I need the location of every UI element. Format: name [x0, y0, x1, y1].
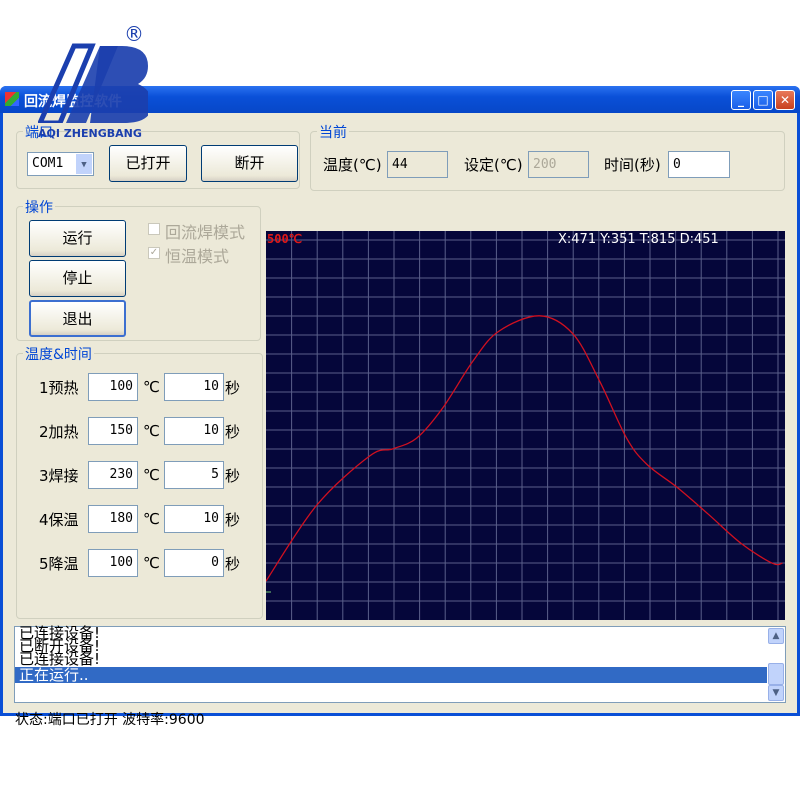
- time-label: 时间(秒): [604, 156, 661, 174]
- scroll-down-icon[interactable]: ▼: [768, 685, 784, 701]
- log-line[interactable]: 已断开设备!: [15, 639, 785, 654]
- stage-temp-field[interactable]: 100: [88, 549, 138, 577]
- maximize-button[interactable]: □: [753, 90, 773, 110]
- time-unit: 秒: [225, 511, 241, 529]
- run-button[interactable]: 运行: [29, 220, 126, 257]
- temp-label: 温度(℃): [323, 156, 382, 174]
- time-unit: 秒: [225, 555, 241, 573]
- temp-unit: ℃: [143, 554, 160, 572]
- scroll-up-icon[interactable]: ▲: [768, 628, 784, 644]
- log-line[interactable]: 已连接设备!: [15, 626, 785, 641]
- stage-time-field[interactable]: 10: [164, 505, 224, 533]
- chevron-down-icon[interactable]: ▼: [76, 154, 92, 174]
- registered-mark: ®: [124, 22, 144, 46]
- constant-temp-label: 恒温模式: [165, 247, 230, 266]
- temp-unit: ℃: [143, 510, 160, 528]
- open-port-button[interactable]: 已打开: [109, 145, 187, 182]
- temp-unit: ℃: [143, 466, 160, 484]
- log-list[interactable]: 已连接设备! 已断开设备! 已连接设备! 正在运行.. ▲ ▼: [14, 626, 786, 703]
- stage-label: 1预热: [39, 379, 79, 397]
- operation-group: 操作 运行 停止 退出 回流焊模式 ✓ 恒温模式: [16, 197, 261, 341]
- temp-unit: ℃: [143, 422, 160, 440]
- close-button[interactable]: ✕: [775, 90, 795, 110]
- profile-group-label: 温度&时间: [23, 344, 94, 364]
- stage-time-field[interactable]: 5: [164, 461, 224, 489]
- client-area: 端口 COM1 ▼ 已打开 断开 当前 温度(℃) 44 设定(℃) 200 时…: [3, 113, 797, 728]
- set-temp-label: 设定(℃): [464, 156, 523, 174]
- stage-label: 3焊接: [39, 467, 79, 485]
- operation-group-label: 操作: [23, 197, 55, 217]
- stage-time-field[interactable]: 10: [164, 373, 224, 401]
- zhengbang-logo: ® AQI ZHENGBANG: [36, 22, 152, 140]
- stage-label: 5降温: [39, 555, 79, 573]
- time-unit: 秒: [225, 467, 241, 485]
- stage-time-field[interactable]: 0: [164, 549, 224, 577]
- port-value: COM1: [32, 156, 64, 171]
- log-selected-line[interactable]: 正在运行..: [15, 667, 767, 683]
- cursor-readout: X:471 Y:351 T:815 D:451: [558, 232, 719, 247]
- chart-svg: [266, 231, 785, 620]
- port-select[interactable]: COM1 ▼: [27, 152, 94, 176]
- reflow-mode-checkbox[interactable]: [148, 223, 160, 235]
- current-group: 当前 温度(℃) 44 设定(℃) 200 时间(秒) 0: [310, 122, 785, 191]
- time-field[interactable]: 0: [668, 151, 730, 178]
- reflow-mode-label: 回流焊模式: [165, 223, 246, 242]
- log-line[interactable]: 已连接设备!: [15, 652, 785, 667]
- current-group-label: 当前: [317, 122, 349, 142]
- stage-label: 4保温: [39, 511, 79, 529]
- temperature-chart: 500℃ X:471 Y:351 T:815 D:451: [266, 231, 785, 620]
- status-bar: 状态:端口已打开 波特率:9600: [15, 712, 205, 728]
- app-icon: [5, 92, 19, 106]
- stage-temp-field[interactable]: 230: [88, 461, 138, 489]
- exit-button[interactable]: 退出: [29, 300, 126, 337]
- set-temp-field: 200: [528, 151, 589, 178]
- stage-temp-field[interactable]: 100: [88, 373, 138, 401]
- constant-temp-checkbox[interactable]: ✓: [148, 247, 160, 259]
- time-unit: 秒: [225, 423, 241, 441]
- profile-group: 温度&时间 1预热 100 ℃ 10 秒 2加热 150 ℃ 10 秒 3焊接 …: [16, 344, 263, 619]
- temperature-curve: [266, 315, 783, 582]
- stage-temp-field[interactable]: 150: [88, 417, 138, 445]
- stage-label: 2加热: [39, 423, 79, 441]
- disconnect-button[interactable]: 断开: [201, 145, 298, 182]
- minimize-button[interactable]: _: [731, 90, 751, 110]
- max-temp-label: 500℃: [267, 232, 303, 246]
- temp-unit: ℃: [143, 378, 160, 396]
- scrollbar-thumb[interactable]: [768, 663, 784, 685]
- logo-tagline: AQI ZHENGBANG: [38, 127, 142, 140]
- stage-time-field[interactable]: 10: [164, 417, 224, 445]
- current-temp-field: 44: [387, 151, 448, 178]
- stage-temp-field[interactable]: 180: [88, 505, 138, 533]
- main-window: 回流焊监控软件 _ □ ✕ 端口 COM1 ▼ 已打开 断开 当前 温度(℃) …: [0, 86, 800, 728]
- stop-button[interactable]: 停止: [29, 260, 126, 297]
- time-unit: 秒: [225, 379, 241, 397]
